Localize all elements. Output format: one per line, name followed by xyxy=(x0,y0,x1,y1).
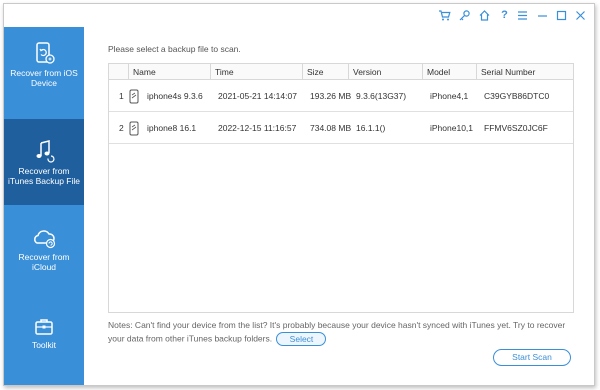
backup-version: 9.3.6(13G37) xyxy=(356,91,407,101)
table-header: Name Time Size Version Model Serial Numb… xyxy=(109,64,573,80)
backup-size: 193.26 MB xyxy=(310,91,352,101)
menu-icon[interactable] xyxy=(516,9,529,22)
itunes-icon xyxy=(36,140,55,163)
backup-model: iPhone10,1 xyxy=(430,123,474,133)
backup-name: iphone8 16.1 xyxy=(147,123,197,133)
minimize-icon[interactable] xyxy=(536,9,549,22)
column-header-name[interactable]: Name xyxy=(128,64,156,80)
sidebar-item-ios-device[interactable]: Recover from iOS Device xyxy=(4,41,84,121)
column-header-version[interactable]: Version xyxy=(348,64,381,80)
notes-text: Notes: Can't find your device from the l… xyxy=(108,319,578,346)
sidebar-label-line2: iCloud xyxy=(31,262,57,272)
sidebar-item-label: Recover from iTunes Backup File xyxy=(4,166,84,186)
backup-time: 2021-05-21 14:14:07 xyxy=(218,91,297,101)
table-row[interactable]: 2 iphone8 16.1 2022-12-15 11:16:57 734.0… xyxy=(109,113,573,144)
row-index: 1 xyxy=(119,91,124,101)
home-icon[interactable] xyxy=(478,9,491,22)
backup-model: iPhone4,1 xyxy=(430,91,469,101)
sidebar-label-line2: iTunes Backup File xyxy=(8,176,80,186)
column-header-size[interactable]: Size xyxy=(302,64,324,80)
sidebar-label-line1: Toolkit xyxy=(31,340,57,350)
sidebar-label-line1: Recover from xyxy=(18,166,70,176)
notes-line1: Notes: Can't find your device from the l… xyxy=(108,320,566,330)
column-header-serial-number[interactable]: Serial Number xyxy=(476,64,535,80)
icloud-icon xyxy=(34,230,56,249)
notes-line2: your data from other iTunes backup folde… xyxy=(108,333,273,344)
maximize-icon[interactable] xyxy=(555,9,568,22)
key-icon[interactable] xyxy=(458,9,471,22)
select-folder-button[interactable]: Select xyxy=(276,332,327,346)
sidebar-item-label: Recover from iCloud xyxy=(4,252,84,272)
sidebar-item-itunes-backup[interactable]: Recover from iTunes Backup File xyxy=(4,119,84,205)
page-prompt: Please select a backup file to scan. xyxy=(108,44,241,54)
table-row[interactable]: 1 iphone4s 9.3.6 2021-05-21 14:14:07 193… xyxy=(109,81,573,112)
sidebar-label-line1: Recover from iOS xyxy=(10,68,78,78)
sidebar-label-line2: Device xyxy=(31,78,57,88)
iphone-icon xyxy=(129,89,139,104)
backup-name: iphone4s 9.3.6 xyxy=(147,91,203,101)
backup-size: 734.08 MB xyxy=(310,123,352,133)
close-icon[interactable] xyxy=(574,9,587,22)
help-icon[interactable]: ? xyxy=(498,9,511,22)
column-header-model[interactable]: Model xyxy=(422,64,450,80)
sidebar-item-label: Recover from iOS Device xyxy=(4,68,84,88)
ios-device-icon xyxy=(36,42,55,64)
sidebar-label-line1: Recover from xyxy=(18,252,70,262)
app-window: ? Recover from iOS Device Recover from i… xyxy=(3,3,595,386)
cart-icon[interactable] xyxy=(438,9,451,22)
start-scan-button[interactable]: Start Scan xyxy=(493,349,571,366)
sidebar: Recover from iOS Device Recover from iTu… xyxy=(4,27,84,385)
backup-version: 16.1.1() xyxy=(356,123,386,133)
iphone-icon xyxy=(129,121,139,136)
column-header-time[interactable]: Time xyxy=(210,64,234,80)
backup-table: Name Time Size Version Model Serial Numb… xyxy=(108,63,574,313)
backup-time: 2022-12-15 11:16:57 xyxy=(218,123,297,133)
toolkit-icon xyxy=(35,319,53,335)
row-index: 2 xyxy=(119,123,124,133)
title-bar: ? xyxy=(394,4,594,27)
sidebar-item-label: Toolkit xyxy=(4,340,84,350)
backup-serial: C39GYB86DTC0 xyxy=(484,91,550,101)
sidebar-item-toolkit[interactable]: Toolkit xyxy=(4,317,84,357)
backup-serial: FFMV6SZ0JC6F xyxy=(484,123,548,133)
sidebar-item-icloud[interactable]: Recover from iCloud xyxy=(4,227,84,297)
